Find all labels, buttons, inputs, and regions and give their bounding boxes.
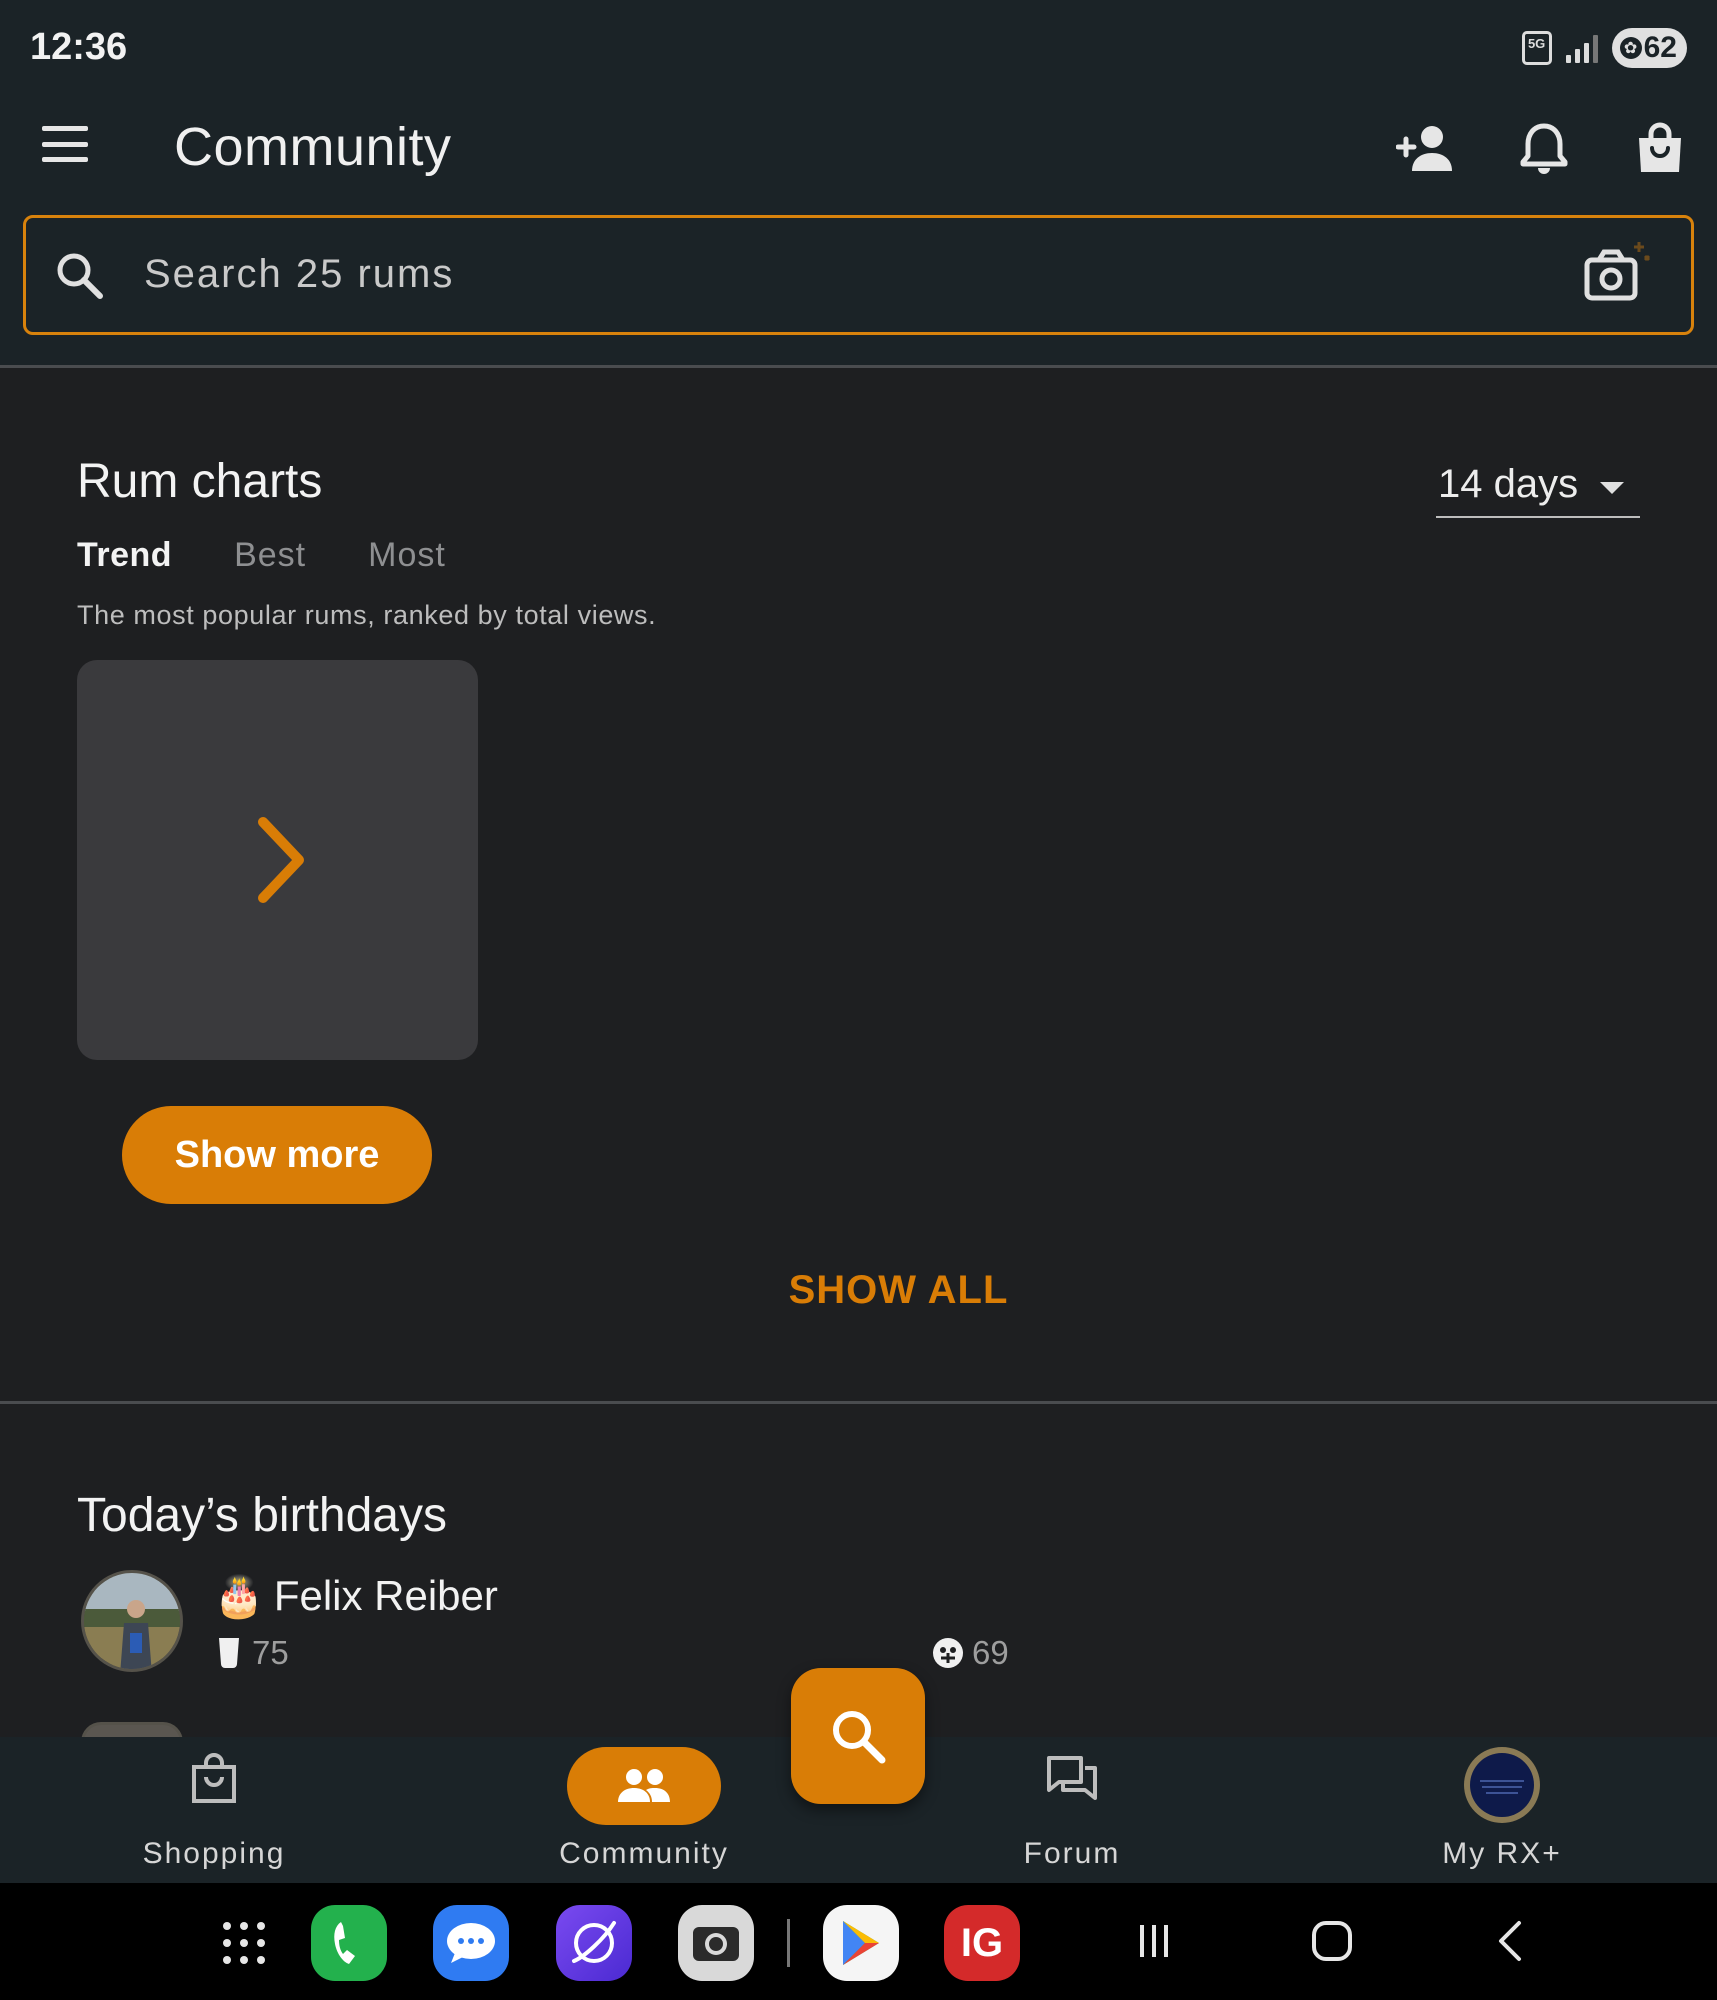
nav-shopping[interactable]: Shopping (64, 1737, 364, 1883)
browser-app-icon[interactable] (556, 1905, 632, 1981)
forum-icon (1022, 1755, 1122, 1803)
glass-icon (219, 1638, 239, 1668)
section-divider (0, 365, 1717, 368)
page-title: Community (174, 117, 452, 177)
rum-charts-title: Rum charts (77, 455, 323, 508)
shopping-bag-icon (164, 1753, 264, 1803)
avatar[interactable] (81, 1570, 183, 1672)
signal-icon (1565, 33, 1598, 63)
nav-shopping-label: Shopping (142, 1837, 286, 1870)
battery-indicator: ✿ 62 (1611, 28, 1687, 68)
nav-my-rx-label: My RX+ (1442, 1837, 1562, 1870)
birthday-cake-icon: 🎂 (214, 1574, 264, 1619)
next-card[interactable] (77, 660, 478, 1060)
birthday-person-name[interactable]: Felix Reiber (274, 1572, 498, 1620)
chevron-right-icon (258, 817, 304, 903)
network-5g-icon: 5G (1521, 31, 1552, 65)
rating-count-value: 69 (972, 1634, 1009, 1671)
nav-community[interactable]: Community (494, 1737, 794, 1883)
chart-tabs: Trend Best Most (77, 536, 446, 575)
show-more-button[interactable]: Show more (122, 1106, 432, 1204)
birthdays-title: Today’s birthdays (77, 1489, 447, 1542)
status-indicators: 5G ✿ 62 (1521, 28, 1687, 68)
status-time: 12:36 (30, 26, 128, 68)
tab-most[interactable]: Most (368, 536, 446, 575)
rating-count: 69 (932, 1634, 1009, 1672)
profile-avatar (1452, 1745, 1552, 1825)
play-store-icon[interactable] (823, 1905, 899, 1981)
birthday-person: 🎂 Felix Reiber (214, 1572, 498, 1620)
tab-trend[interactable]: Trend (77, 536, 172, 575)
search-icon (833, 1711, 886, 1764)
battery-saver-icon: ✿ (1619, 37, 1642, 59)
home-icon[interactable] (1302, 1911, 1362, 1971)
add-person-icon[interactable] (1396, 118, 1456, 178)
show-all-link[interactable]: SHOW ALL (0, 1268, 1717, 1313)
camera-app-icon[interactable] (678, 1905, 754, 1981)
nav-forum[interactable]: Forum (922, 1737, 1222, 1883)
battery-level: 62 (1643, 31, 1677, 64)
search-icon (57, 253, 103, 299)
nav-my-rx[interactable]: My RX+ (1352, 1737, 1652, 1883)
section-divider (0, 1401, 1717, 1404)
app-header: 12:36 5G ✿ 62 Community Search 25 rums (0, 0, 1717, 367)
ig-app-icon[interactable]: IG (944, 1905, 1020, 1981)
messages-app-icon[interactable] (433, 1905, 509, 1981)
search-fab[interactable] (791, 1668, 925, 1804)
shopping-bag-icon[interactable] (1630, 118, 1690, 178)
nav-community-label: Community (559, 1837, 729, 1870)
tab-best[interactable]: Best (234, 536, 306, 575)
apps-grid-icon[interactable] (206, 1905, 282, 1981)
menu-icon[interactable] (42, 126, 88, 162)
bell-icon[interactable] (1514, 118, 1574, 178)
people-icon (567, 1747, 721, 1825)
system-nav-bar: IG (0, 1883, 1717, 2000)
caret-down-icon (1600, 482, 1624, 494)
period-value: 14 days (1438, 462, 1579, 506)
search-placeholder: Search 25 rums (144, 252, 455, 296)
rum-count-value: 75 (252, 1634, 289, 1671)
period-dropdown[interactable]: 14 days (1436, 460, 1640, 518)
search-input[interactable]: Search 25 rums (23, 215, 1694, 335)
nav-forum-label: Forum (1023, 1837, 1121, 1870)
dock-divider (787, 1919, 790, 1967)
chart-description: The most popular rums, ranked by total v… (77, 600, 657, 630)
rum-count: 75 (216, 1634, 289, 1672)
face-icon (933, 1638, 963, 1668)
camera-icon[interactable] (1581, 236, 1653, 316)
recents-icon[interactable] (1124, 1911, 1184, 1971)
phone-app-icon[interactable] (311, 1905, 387, 1981)
back-icon[interactable] (1480, 1911, 1540, 1971)
